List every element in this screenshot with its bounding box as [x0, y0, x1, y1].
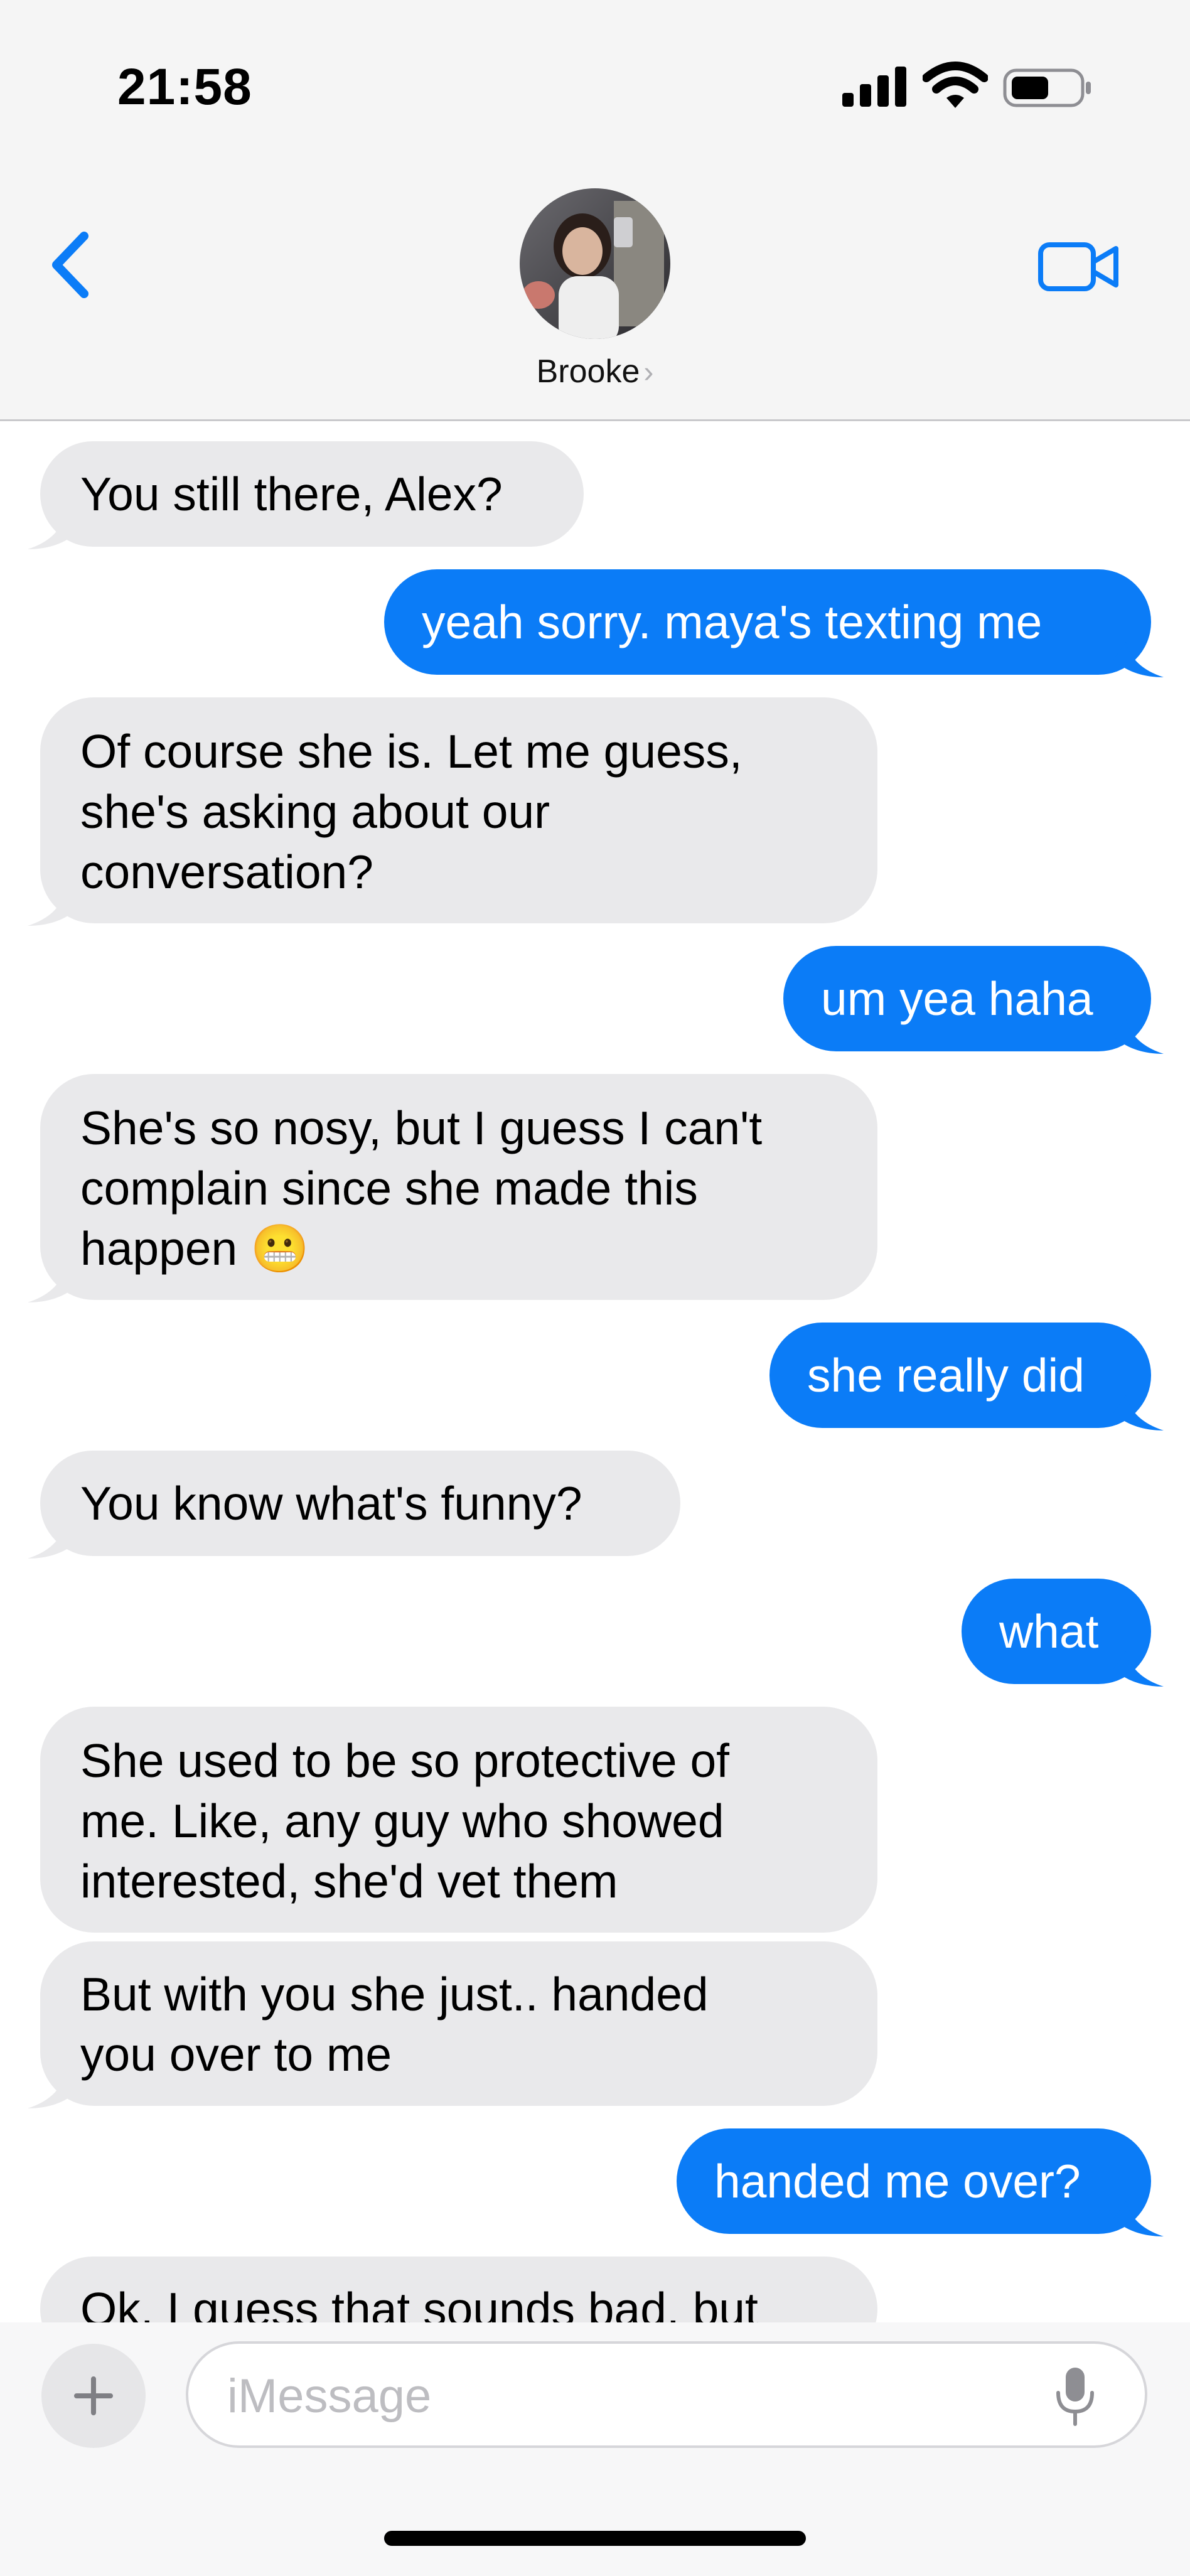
status-time: 21:58: [117, 58, 252, 115]
message-text: You know what's funny?: [80, 1477, 582, 1530]
wifi-icon: [923, 62, 988, 108]
bubble-tail: [1113, 1395, 1164, 1430]
message-text: Ok. I guess that sounds bad, but: [80, 2283, 758, 2322]
incoming-message[interactable]: But with you she just.. handed you over …: [40, 1941, 877, 2106]
outgoing-message[interactable]: she really did: [769, 1323, 1151, 1428]
message-line: Of course she is. Let me guess,: [80, 725, 742, 778]
imessage-field[interactable]: [186, 2341, 1147, 2448]
plus-icon: [74, 2376, 113, 2415]
bubble-tail: [1113, 2201, 1164, 2236]
message-line: But with you she just.. handed: [80, 1968, 709, 2021]
message-text: she really did: [807, 1349, 1085, 1402]
conversation-header: 21:58 Brooke ›: [0, 0, 1190, 421]
incoming-message[interactable]: She used to be so protective of me. Like…: [40, 1707, 877, 1933]
bubble-tail: [28, 891, 78, 926]
message-line: she's asking about our: [80, 785, 550, 838]
microphone-icon[interactable]: [1053, 2365, 1097, 2428]
avatar-photo: [520, 188, 670, 339]
back-chevron-icon[interactable]: [44, 227, 100, 303]
bubble-tail: [28, 1523, 78, 1559]
bubble-tail: [28, 514, 78, 549]
incoming-message[interactable]: You know what's funny?: [40, 1451, 680, 1556]
incoming-message[interactable]: You still there, Alex?: [40, 441, 584, 547]
contact-name-label: Brooke: [536, 353, 640, 390]
contact-avatar[interactable]: [520, 188, 670, 339]
incoming-message[interactable]: Of course she is. Let me guess, she's as…: [40, 697, 877, 923]
message-line: She's so nosy, but I guess I can't: [80, 1102, 763, 1154]
incoming-message[interactable]: She's so nosy, but I guess I can't compl…: [40, 1074, 877, 1300]
outgoing-message[interactable]: handed me over?: [677, 2128, 1151, 2234]
message-line: She used to be so protective of: [80, 1734, 729, 1787]
home-indicator: [384, 2531, 806, 2546]
bubble-tail: [1113, 1019, 1164, 1054]
video-camera-icon[interactable]: [1036, 236, 1123, 296]
message-line: you over to me: [80, 2028, 392, 2081]
message-line: interested, she'd vet them: [80, 1855, 618, 1908]
cellular-signal-icon: [842, 67, 906, 107]
outgoing-message[interactable]: um yea haha: [783, 946, 1151, 1051]
message-thread[interactable]: You still there, Alex? yeah sorry. maya'…: [0, 421, 1190, 2322]
battery-icon: [1003, 68, 1091, 107]
message-text: handed me over?: [714, 2155, 1081, 2208]
message-text: um yea haha: [821, 972, 1093, 1025]
contact-name[interactable]: Brooke ›: [0, 353, 1190, 390]
message-line: me. Like, any guy who showed: [80, 1795, 724, 1847]
bubble-tail: [1113, 642, 1164, 677]
outgoing-message[interactable]: yeah sorry. maya's texting me: [384, 569, 1151, 675]
message-text: yeah sorry. maya's texting me: [422, 596, 1043, 648]
chevron-right-icon: ›: [643, 356, 654, 389]
bubble-tail: [1113, 1651, 1164, 1687]
plus-button[interactable]: [41, 2344, 146, 2448]
bubble-tail: [28, 2073, 78, 2108]
message-line: conversation?: [80, 845, 373, 898]
message-text: You still there, Alex?: [80, 468, 503, 520]
message-input[interactable]: [226, 2365, 1007, 2427]
bubble-tail: [28, 1267, 78, 1302]
incoming-message[interactable]: Ok. I guess that sounds bad, but: [40, 2257, 877, 2322]
message-line: happen 😬: [80, 1222, 309, 1275]
message-text: what: [999, 1605, 1099, 1658]
message-line: complain since she made this: [80, 1162, 698, 1215]
